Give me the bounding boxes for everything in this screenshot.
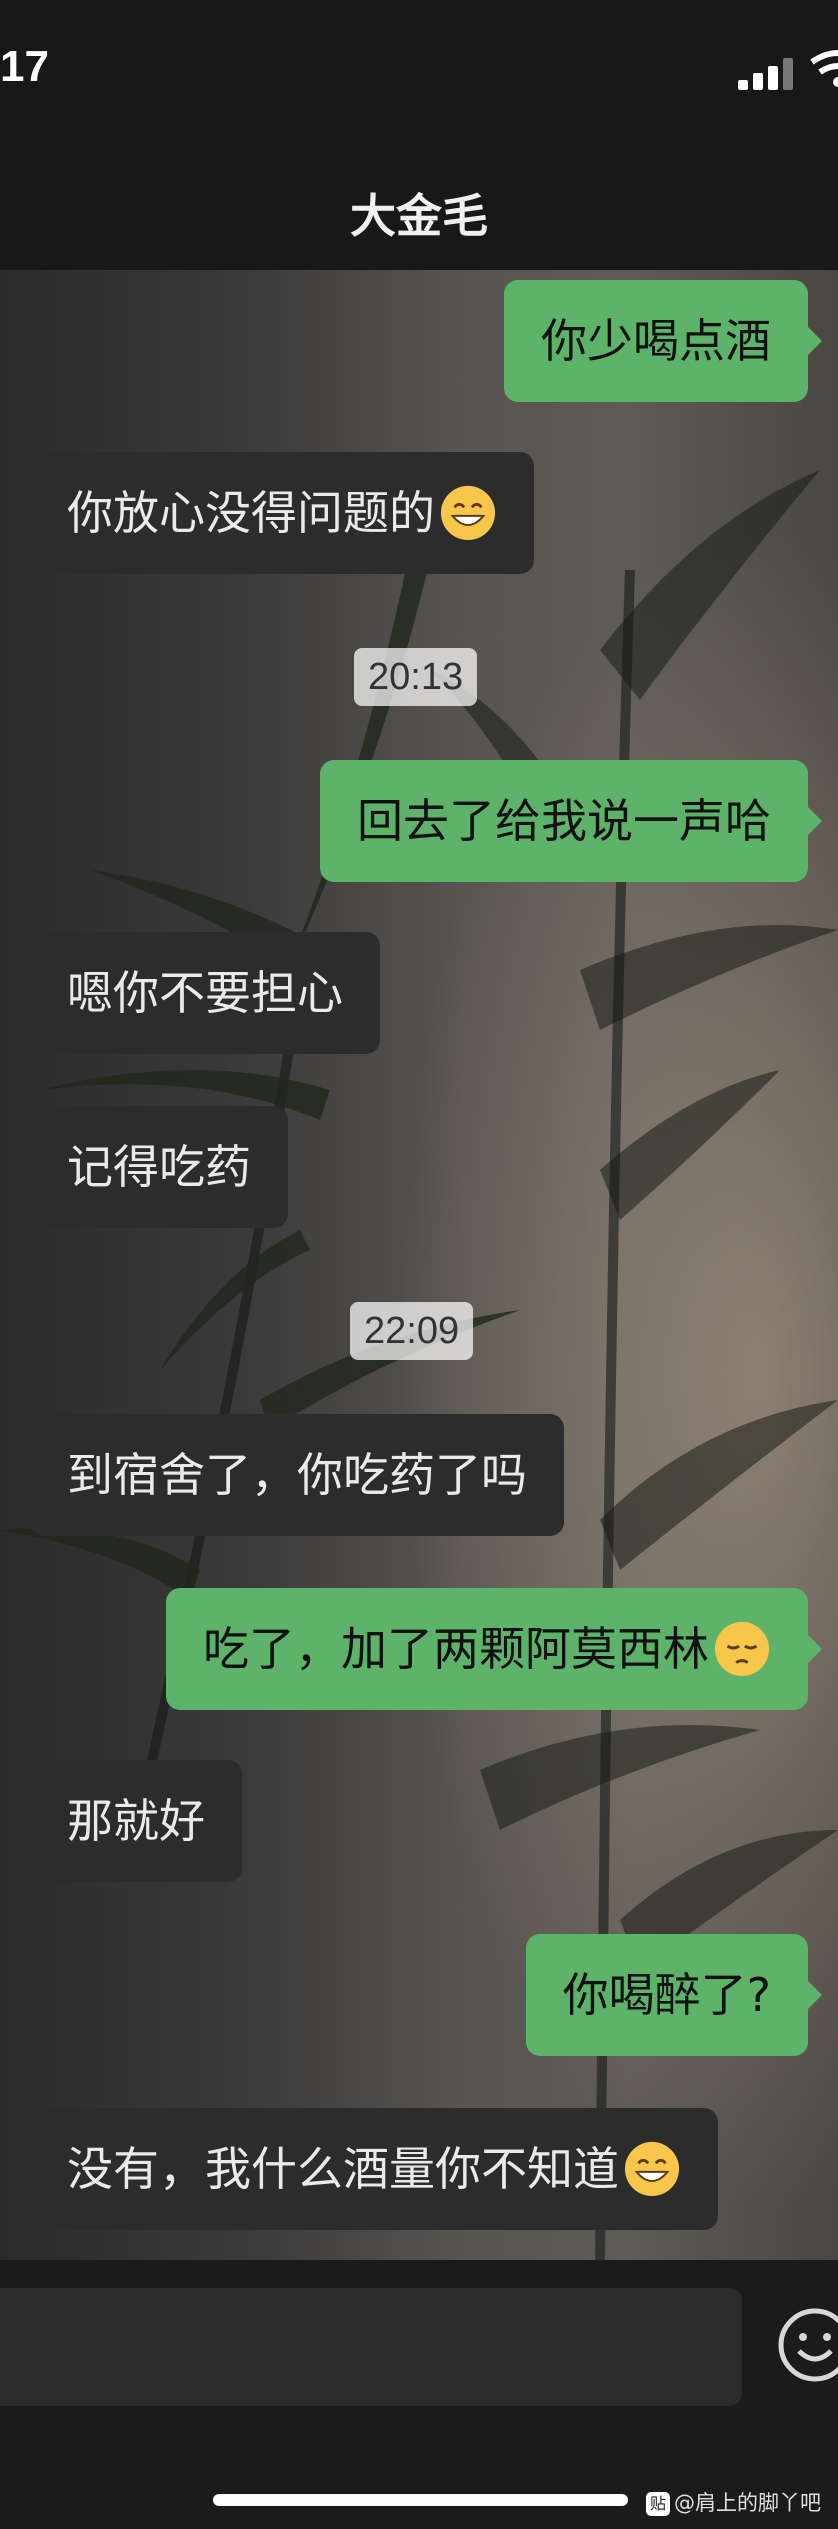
message-bubble-received[interactable]: 到宿舍了，你吃药了吗: [16, 1414, 564, 1536]
message-text: 吃了，加了两颗阿莫西林: [203, 1622, 709, 1676]
smiley-icon[interactable]: [775, 2305, 838, 2385]
timestamp: 20:13: [354, 648, 478, 706]
status-time: 17: [0, 42, 49, 91]
message-bubble-received[interactable]: 没有，我什么酒量你不知道: [16, 2108, 718, 2230]
grin-emoji-icon: [624, 2141, 680, 2196]
signal-icon: [738, 58, 794, 90]
message-input[interactable]: [0, 2288, 742, 2406]
message-text: 没有，我什么酒量你不知道: [67, 2142, 619, 2196]
message-text: 你放心没得问题的: [67, 486, 435, 540]
message-bubble-sent[interactable]: 你少喝点酒: [504, 280, 822, 402]
tieba-logo-icon: 贴: [646, 2492, 670, 2516]
message-bubble-received[interactable]: 记得吃药: [16, 1106, 288, 1228]
chat-title: 大金毛: [350, 189, 488, 243]
message-bubble-sent[interactable]: 吃了，加了两颗阿莫西林: [166, 1588, 822, 1710]
home-indicator[interactable]: [213, 2494, 628, 2506]
message-bubble-received[interactable]: 嗯你不要担心: [16, 932, 380, 1054]
status-bar: [0, 0, 838, 150]
grin-emoji-icon: [440, 485, 496, 540]
timestamp: 22:09: [350, 1302, 474, 1360]
message-bubble-sent[interactable]: 回去了给我说一声哈: [320, 760, 822, 882]
message-bubble-received[interactable]: 那就好: [16, 1760, 242, 1882]
message-bubble-sent[interactable]: 你喝醉了?: [525, 1934, 823, 2056]
watermark-text: @肩上的脚丫吧: [674, 2491, 821, 2515]
pensive-emoji-icon: [714, 1621, 770, 1676]
watermark: 贴 @肩上的脚丫吧: [646, 2487, 821, 2517]
message-bubble-received[interactable]: 你放心没得问题的: [16, 452, 534, 574]
wifi-icon: [810, 50, 838, 87]
